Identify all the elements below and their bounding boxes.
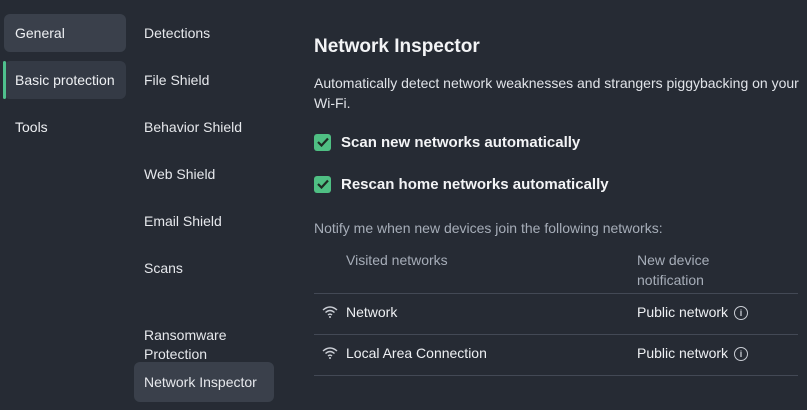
sub-item-label: File Shield <box>144 72 210 88</box>
sub-item-label: Web Shield <box>144 166 216 182</box>
nav-item-general[interactable]: General <box>4 14 126 52</box>
left-nav: General Basic protection Tools <box>0 0 130 410</box>
sub-item-label: Scans <box>144 260 183 276</box>
sub-item-web-shield[interactable]: Web Shield <box>134 166 274 182</box>
sub-item-label: Behavior Shield <box>144 119 243 135</box>
info-icon[interactable]: i <box>734 347 748 361</box>
sub-item-scans[interactable]: Scans <box>134 260 274 276</box>
checkmark-icon <box>316 179 329 189</box>
wifi-icon <box>322 306 338 318</box>
divider <box>314 375 798 376</box>
checkbox[interactable] <box>314 133 331 151</box>
page-description: Automatically detect network weaknesses … <box>314 75 799 111</box>
sub-item-email-shield[interactable]: Email Shield <box>134 213 274 229</box>
nav-item-label: General <box>15 25 65 41</box>
option-label: Scan new networks automatically <box>341 133 581 151</box>
active-indicator <box>3 61 6 99</box>
checkmark-icon <box>316 137 329 147</box>
sub-item-label: Ransomware Protection <box>144 327 227 362</box>
sub-item-label: Email Shield <box>144 213 222 229</box>
info-icon[interactable]: i <box>734 306 748 320</box>
nav-item-tools[interactable]: Tools <box>4 108 126 146</box>
network-name: Local Area Connection <box>346 345 487 361</box>
nav-item-label: Basic protection <box>15 72 115 88</box>
sub-nav: Detections File Shield Behavior Shield W… <box>130 0 280 410</box>
sub-item-label: Detections <box>144 25 211 41</box>
network-type-select[interactable]: Public network <box>637 345 728 361</box>
notify-label: Notify me when new devices join the foll… <box>314 220 663 236</box>
network-name: Network <box>346 304 398 320</box>
column-header-new-device-notification: New device notification <box>637 252 710 288</box>
checkbox[interactable] <box>314 175 331 193</box>
sub-item-behavior-shield[interactable]: Behavior Shield <box>134 119 274 135</box>
settings-window: General Basic protection Tools Detection… <box>0 0 807 410</box>
option-scan-new-networks[interactable]: Scan new networks automatically <box>314 132 580 152</box>
main-content: Network Inspector Automatically detect n… <box>314 0 807 410</box>
network-type-select[interactable]: Public network <box>637 304 728 320</box>
table-row: Local Area Connection Public network i <box>314 335 798 375</box>
sub-item-file-shield[interactable]: File Shield <box>134 72 274 88</box>
option-label: Rescan home networks automatically <box>341 175 609 193</box>
column-header-visited-networks: Visited networks <box>346 252 448 268</box>
sub-item-ransomware-protection[interactable]: Ransomware Protection <box>134 307 274 364</box>
sub-item-detections[interactable]: Detections <box>134 25 274 41</box>
sub-item-network-inspector[interactable]: Network Inspector <box>134 362 274 402</box>
nav-item-label: Tools <box>15 119 48 135</box>
sub-item-label: Network Inspector <box>144 374 257 390</box>
page-title: Network Inspector <box>314 36 480 57</box>
wifi-icon <box>322 347 338 359</box>
nav-item-basic-protection[interactable]: Basic protection <box>3 61 126 99</box>
option-rescan-home-networks[interactable]: Rescan home networks automatically <box>314 174 609 194</box>
table-row: Network Public network i <box>314 294 798 334</box>
